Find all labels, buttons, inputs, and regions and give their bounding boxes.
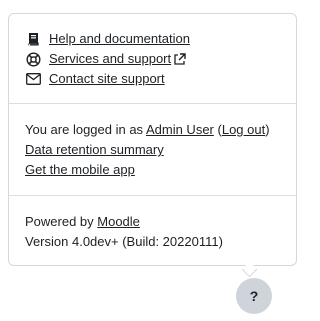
logout-link[interactable]: Log out (222, 122, 265, 137)
book-icon (25, 31, 42, 47)
mobile-app-link[interactable]: Get the mobile app (25, 162, 135, 177)
services-support-item[interactable]: Services and support (25, 50, 186, 68)
login-prefix: You are logged in as (25, 122, 146, 137)
profile-link[interactable]: Admin User (146, 122, 214, 137)
user-info-section: You are logged in as Admin User (Log out… (9, 103, 296, 196)
version-text: Version 4.0dev+ (Build: 20220111) (25, 234, 223, 249)
envelope-icon (25, 71, 42, 87)
contact-support-link[interactable]: Contact site support (49, 70, 165, 88)
version-section: Powered by Moodle Version 4.0dev+ (Build… (9, 195, 296, 267)
footer-popover: Help and documentation Services and supp… (8, 13, 297, 266)
lifebuoy-icon (25, 51, 42, 67)
powered-by: Powered by Moodle (25, 213, 140, 231)
help-button[interactable]: ? (236, 278, 272, 314)
support-links-section: Help and documentation Services and supp… (9, 14, 296, 104)
powered-by-prefix: Powered by (25, 214, 98, 229)
help-docs-item[interactable]: Help and documentation (25, 30, 190, 48)
login-close-paren: ) (265, 122, 270, 137)
contact-support-item[interactable]: Contact site support (25, 70, 165, 88)
login-open-paren: ( (213, 122, 222, 137)
services-support-link[interactable]: Services and support (49, 50, 171, 68)
mobile-app-item[interactable]: Get the mobile app (25, 161, 135, 179)
external-link-icon (173, 52, 186, 66)
data-retention-item[interactable]: Data retention summary (25, 141, 164, 159)
moodle-link[interactable]: Moodle (97, 214, 140, 229)
data-retention-link[interactable]: Data retention summary (25, 142, 164, 157)
login-info: You are logged in as Admin User (Log out… (25, 121, 270, 139)
help-docs-link[interactable]: Help and documentation (49, 30, 190, 48)
